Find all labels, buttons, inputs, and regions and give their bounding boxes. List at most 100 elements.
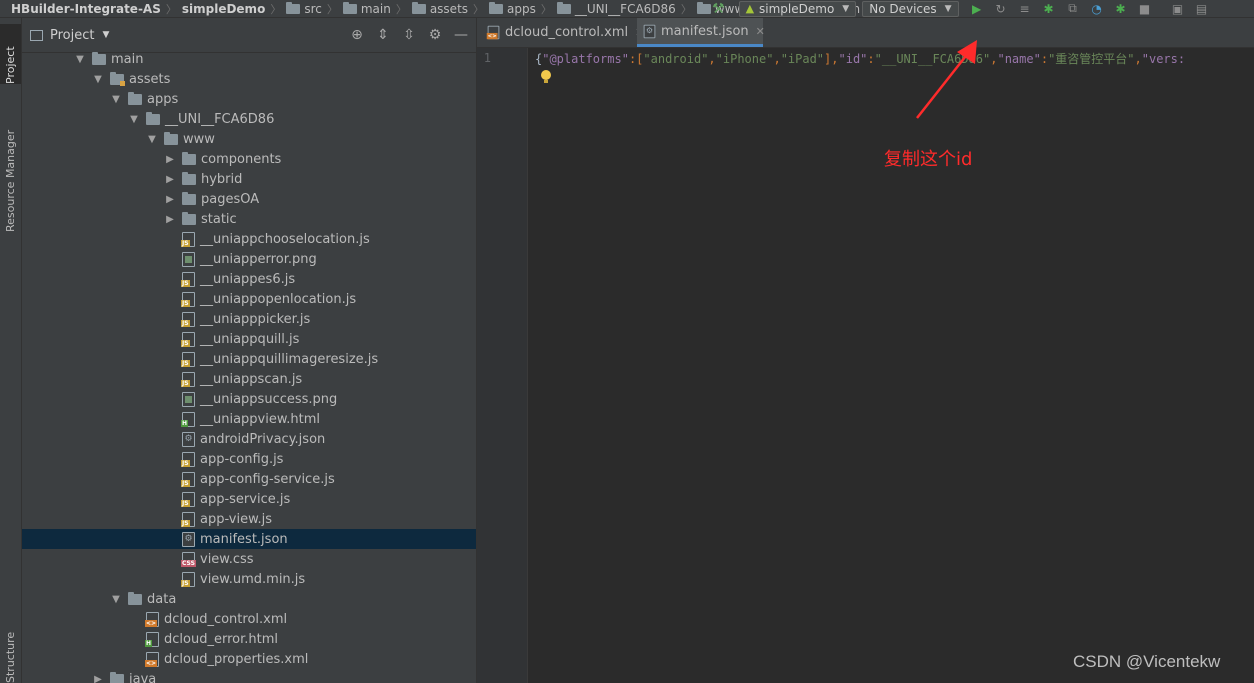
device-manager-icon[interactable]: ▣ bbox=[1171, 2, 1185, 16]
breadcrumb-label: apps bbox=[507, 1, 536, 16]
breadcrumb-item[interactable]: simpleDemo bbox=[179, 2, 268, 16]
code-token: "name" bbox=[997, 52, 1041, 66]
tree-file-row[interactable]: H __uniappview.html bbox=[22, 409, 476, 429]
debug-bug-icon[interactable]: ✱ bbox=[1042, 2, 1056, 16]
tree-folder-row[interactable]: ▼ __UNI__FCA6D86 bbox=[22, 109, 476, 129]
breadcrumb-label: assets bbox=[429, 1, 469, 16]
annotation-text: 复制这个id bbox=[884, 149, 973, 170]
tree-file-row[interactable]: <> dcloud_properties.xml bbox=[22, 649, 476, 669]
logcat-icon[interactable]: ≡ bbox=[1018, 2, 1032, 16]
close-icon[interactable]: ✕ bbox=[756, 25, 765, 38]
tree-item-label: dcloud_control.xml bbox=[164, 611, 288, 627]
locate-crosshair-icon[interactable]: ⊕ bbox=[348, 27, 366, 43]
folder-icon bbox=[128, 591, 142, 605]
folder-icon bbox=[182, 151, 196, 165]
chevron-down-icon[interactable]: ▼ bbox=[110, 94, 122, 105]
tree-file-row[interactable]: <> dcloud_control.xml bbox=[22, 609, 476, 629]
collapse-all-icon[interactable]: ⇳ bbox=[400, 27, 418, 43]
tree-item-label: assets bbox=[129, 71, 171, 87]
tree-folder-row[interactable]: ▼ assets bbox=[22, 69, 476, 89]
run-icon[interactable]: ▶ bbox=[970, 2, 984, 16]
chevron-right-icon[interactable]: ▶ bbox=[92, 674, 104, 683]
tree-file-row[interactable]: JS app-view.js bbox=[22, 509, 476, 529]
code-token: "android" bbox=[643, 52, 709, 66]
code-line-1[interactable]: {"@platforms":["android","iPhone","iPad"… bbox=[535, 49, 1254, 69]
code-token: "iPhone" bbox=[715, 52, 774, 66]
gear-icon[interactable]: ⚙ bbox=[426, 27, 444, 43]
tree-folder-row[interactable]: ▶ hybrid bbox=[22, 169, 476, 189]
code-token: , bbox=[708, 52, 716, 66]
breadcrumb-label: __UNI__FCA6D86 bbox=[574, 1, 676, 16]
chevron-down-icon: ▼ bbox=[842, 3, 850, 14]
code-token: : bbox=[1040, 52, 1049, 66]
tree-file-row[interactable]: Hdcloud_error.html bbox=[22, 629, 476, 649]
tree-file-row[interactable]: JS __uniapppicker.js bbox=[22, 309, 476, 329]
chevron-right-icon[interactable]: ▶ bbox=[164, 214, 176, 225]
build-hammer-icon[interactable]: ⚒ bbox=[712, 1, 725, 17]
chevron-right-icon[interactable]: ▶ bbox=[164, 194, 176, 205]
editor-tab[interactable]: <>dcloud_control.xml✕ bbox=[481, 18, 644, 47]
tree-folder-row[interactable]: ▶ pagesOA bbox=[22, 189, 476, 209]
breadcrumb-item[interactable]: __UNI__FCA6D86 bbox=[554, 1, 679, 16]
tree-file-row[interactable]: JS __uniappes6.js bbox=[22, 269, 476, 289]
tree-folder-row[interactable]: ▶ java bbox=[22, 669, 476, 683]
breadcrumb-label: HBuilder-Integrate-AS bbox=[11, 1, 161, 16]
editor-tab[interactable]: manifest.json ✕ bbox=[637, 18, 765, 47]
chevron-down-icon[interactable]: ▼ bbox=[146, 134, 158, 145]
tree-file-row[interactable]: JS __uniappquill.js bbox=[22, 329, 476, 349]
tree-item-label: pagesOA bbox=[201, 191, 260, 207]
tree-file-row[interactable]: __uniapperror.png bbox=[22, 249, 476, 269]
tree-file-row[interactable]: JS __uniappquillimageresize.js bbox=[22, 349, 476, 369]
tree-folder-row[interactable]: ▼ data bbox=[22, 589, 476, 609]
tree-folder-row[interactable]: ▼ www bbox=[22, 129, 476, 149]
tree-folder-row[interactable]: ▶ components bbox=[22, 149, 476, 169]
folder-icon bbox=[182, 171, 196, 185]
structure-tool-tab[interactable]: Structure bbox=[0, 632, 21, 683]
tree-file-row[interactable]: JS __uniappchooselocation.js bbox=[22, 229, 476, 249]
chevron-right-icon[interactable]: ▶ bbox=[164, 174, 176, 185]
breadcrumb-separator-icon: 〉 bbox=[540, 2, 552, 16]
chevron-down-icon[interactable]: ▼ bbox=[74, 54, 86, 65]
tree-file-row[interactable]: JS app-service.js bbox=[22, 489, 476, 509]
tree-folder-row[interactable]: ▼ apps bbox=[22, 89, 476, 109]
hide-minimize-icon[interactable]: — bbox=[452, 27, 470, 43]
chevron-down-icon[interactable]: ▼ bbox=[128, 114, 140, 125]
folder-icon bbox=[489, 1, 504, 14]
breadcrumb-item[interactable]: HBuilder-Integrate-AS bbox=[8, 2, 164, 16]
profiler-icon[interactable]: ◔ bbox=[1090, 2, 1104, 16]
device-select[interactable]: No Devices ▼ bbox=[862, 0, 959, 17]
tree-file-row[interactable]: JS __uniappscan.js bbox=[22, 369, 476, 389]
tree-file-row[interactable]: manifest.json bbox=[22, 529, 476, 549]
tree-item-label: components bbox=[201, 151, 282, 167]
tree-file-row[interactable]: JS app-config.js bbox=[22, 449, 476, 469]
tree-file-row[interactable]: JS view.umd.min.js bbox=[22, 569, 476, 589]
folder-icon bbox=[696, 1, 711, 14]
apply-changes-icon[interactable]: ✱ bbox=[1114, 2, 1128, 16]
breadcrumb-item[interactable]: apps bbox=[486, 1, 539, 16]
project-tool-tab[interactable]: Project bbox=[0, 24, 21, 84]
chevron-down-icon[interactable]: ▼ bbox=[92, 74, 104, 85]
sdk-manager-icon[interactable]: ▤ bbox=[1195, 2, 1209, 16]
tree-file-row[interactable]: JS app-config-service.js bbox=[22, 469, 476, 489]
tree-file-row[interactable]: JS __uniappopenlocation.js bbox=[22, 289, 476, 309]
resource-manager-tool-tab[interactable]: Resource Manager bbox=[0, 102, 21, 232]
annotation-arrow-icon bbox=[916, 40, 977, 119]
breadcrumb-item[interactable]: src bbox=[283, 1, 325, 16]
tree-file-row[interactable]: androidPrivacy.json bbox=[22, 429, 476, 449]
lightbulb-intention-icon[interactable] bbox=[541, 70, 551, 83]
tree-folder-row[interactable]: ▶ static bbox=[22, 209, 476, 229]
tree-file-row[interactable]: __uniappsuccess.png bbox=[22, 389, 476, 409]
tree-folder-row[interactable]: ▼ main bbox=[22, 49, 476, 69]
chevron-down-icon[interactable]: ▼ bbox=[110, 594, 122, 605]
run-configuration-select[interactable]: ▲ simpleDemo ▼ bbox=[738, 0, 857, 17]
rerun-icon[interactable]: ↻ bbox=[994, 2, 1008, 16]
breadcrumb-item[interactable]: assets bbox=[409, 1, 471, 16]
project-view-select[interactable]: Project ▼ bbox=[30, 28, 109, 43]
chevron-right-icon[interactable]: ▶ bbox=[164, 154, 176, 165]
tree-file-row[interactable]: CSS view.css bbox=[22, 549, 476, 569]
stop-icon[interactable]: ■ bbox=[1138, 2, 1152, 16]
breadcrumb-item[interactable]: main bbox=[340, 1, 394, 16]
json-file-icon bbox=[182, 531, 195, 547]
attach-debugger-icon[interactable]: ⧉ bbox=[1066, 1, 1080, 16]
expand-all-icon[interactable]: ⇕ bbox=[374, 27, 392, 43]
